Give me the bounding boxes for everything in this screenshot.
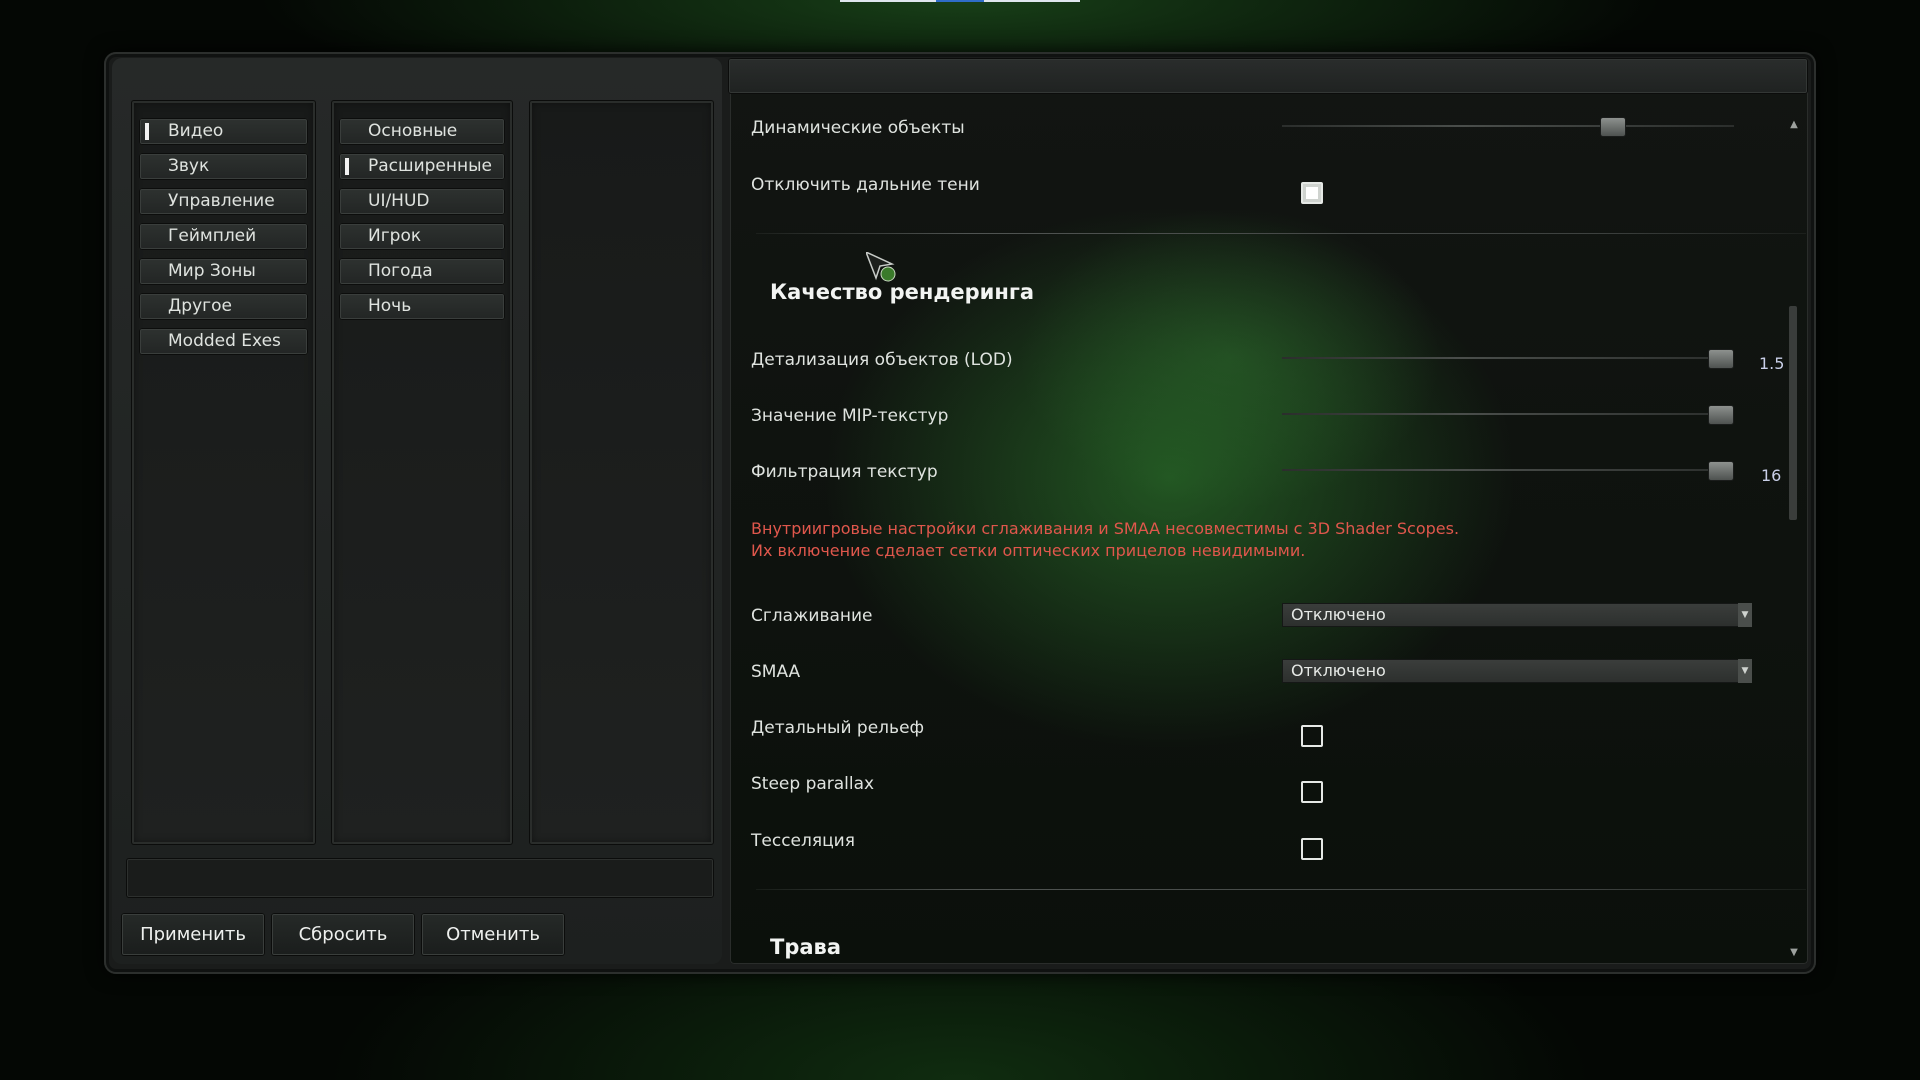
- setting-label: Динамические объекты: [751, 118, 965, 138]
- chevron-down-icon[interactable]: ▼: [1738, 603, 1752, 627]
- tessellation-checkbox[interactable]: [1301, 838, 1323, 860]
- description-bar: [126, 858, 714, 898]
- tab-zone-world[interactable]: Мир Зоны: [139, 258, 308, 285]
- section-divider: [756, 889, 1806, 890]
- lod-value: 1.5: [1759, 354, 1785, 373]
- tab-video[interactable]: Видео: [139, 118, 308, 145]
- setting-label: Отключить дальние тени: [751, 175, 980, 195]
- subtab-advanced[interactable]: Расширенные: [339, 153, 505, 180]
- scrollbar[interactable]: ▲ ▼: [1789, 118, 1799, 960]
- setting-label: Значение MIP-текстур: [751, 406, 949, 426]
- cancel-button[interactable]: Отменить: [421, 913, 565, 956]
- setting-label: SMAA: [751, 662, 801, 682]
- warning-text: Их включение сделает сетки оптических пр…: [751, 541, 1306, 560]
- filtering-value: 16: [1761, 466, 1782, 485]
- settings-header: [728, 58, 1808, 94]
- setting-label: Детальный рельеф: [751, 718, 925, 738]
- smaa-select[interactable]: Отключено ▼: [1282, 659, 1752, 683]
- subtab-ui-hud[interactable]: UI/HUD: [339, 188, 505, 215]
- empty-list: [529, 100, 714, 845]
- category-list: Видео Звук Управление Геймплей Мир Зоны …: [131, 100, 316, 845]
- slider-handle[interactable]: [1708, 461, 1735, 481]
- scroll-down-icon[interactable]: ▼: [1789, 948, 1799, 958]
- subtab-night[interactable]: Ночь: [339, 293, 505, 320]
- subtab-weather[interactable]: Погода: [339, 258, 505, 285]
- dynamic-objects-slider[interactable]: [1282, 117, 1734, 137]
- subtab-basic[interactable]: Основные: [339, 118, 505, 145]
- setting-label: Сглаживание: [751, 606, 873, 626]
- slider-handle[interactable]: [1708, 405, 1735, 425]
- scroll-up-icon[interactable]: ▲: [1789, 120, 1799, 130]
- top-strip: [840, 0, 1080, 2]
- detail-relief-checkbox[interactable]: [1301, 725, 1323, 747]
- slider-handle[interactable]: [1708, 349, 1735, 369]
- setting-label: Детализация объектов (LOD): [751, 350, 1013, 370]
- select-value: Отключено: [1291, 605, 1386, 624]
- tab-sound[interactable]: Звук: [139, 153, 308, 180]
- antialiasing-select[interactable]: Отключено ▼: [1282, 603, 1752, 627]
- mip-slider[interactable]: [1282, 405, 1735, 425]
- tab-gameplay[interactable]: Геймплей: [139, 223, 308, 250]
- tab-controls[interactable]: Управление: [139, 188, 308, 215]
- setting-label: Фильтрация текстур: [751, 462, 938, 482]
- filtering-slider[interactable]: [1282, 461, 1735, 481]
- select-value: Отключено: [1291, 661, 1386, 680]
- steep-parallax-checkbox[interactable]: [1301, 781, 1323, 803]
- tab-modded-exes[interactable]: Modded Exes: [139, 328, 308, 355]
- lod-slider[interactable]: [1282, 349, 1735, 369]
- apply-button[interactable]: Применить: [121, 913, 265, 956]
- subcategory-list: Основные Расширенные UI/HUD Игрок Погода…: [331, 100, 513, 845]
- slider-handle[interactable]: [1599, 117, 1626, 137]
- cursor-icon: [866, 252, 896, 282]
- reset-button[interactable]: Сбросить: [271, 913, 415, 956]
- section-title: Трава: [770, 935, 841, 959]
- chevron-down-icon[interactable]: ▼: [1738, 659, 1752, 683]
- far-shadows-checkbox[interactable]: [1301, 182, 1323, 204]
- section-title: Качество рендеринга: [770, 280, 1035, 304]
- section-divider: [756, 233, 1806, 234]
- setting-label: Тесселяция: [751, 831, 855, 851]
- scrollbar-thumb[interactable]: [1789, 306, 1797, 520]
- tab-other[interactable]: Другое: [139, 293, 308, 320]
- warning-text: Внутриигровые настройки сглаживания и SM…: [751, 519, 1460, 538]
- setting-label: Steep parallax: [751, 774, 875, 794]
- subtab-player[interactable]: Игрок: [339, 223, 505, 250]
